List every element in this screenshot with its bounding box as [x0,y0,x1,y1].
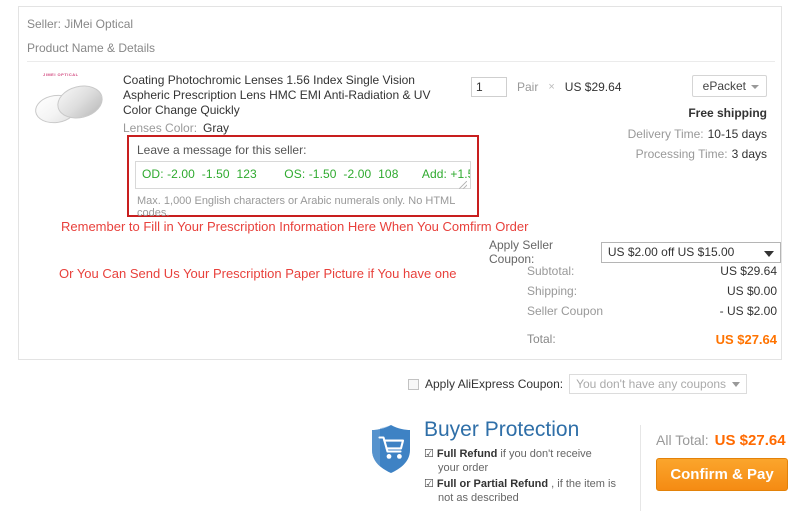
checkbox-checked-icon: ☑ [424,448,434,460]
subtotal-value: US $29.64 [720,264,777,278]
seller-coupon-label: Apply Seller Coupon: [489,238,554,266]
seller-coupon-discount-label: Seller Coupon [527,304,604,318]
lenses-color-row: Lenses Color: Gray [123,121,229,135]
buyer-protection-item-line2: your order [438,462,489,474]
aliexpress-coupon-label: Apply AliExpress Coupon: [425,377,564,391]
product-thumbnail[interactable]: JIMEI OPTICAL [31,69,107,131]
aliexpress-coupon-select[interactable]: You don't have any coupons - US $0.00 [569,374,748,394]
unit-price: US $29.64 [564,80,622,94]
seller-name: Seller: JiMei Optical [27,17,134,31]
multiply-symbol: × [548,81,555,93]
checkout-page: Seller: JiMei Optical Product Name & Det… [0,0,800,511]
totals-row: Seller Coupon - US $2.00 [519,304,777,324]
lenses-color-value: Gray [203,121,230,135]
seller-coupon-discount-value: - US $2.00 [719,304,777,318]
delivery-time-value: 10-15 days [707,127,767,141]
quantity-input[interactable] [471,77,507,97]
shipping-value: US $0.00 [726,284,777,298]
all-total-value: US $27.64 [714,432,786,449]
shield-cart-icon [372,425,410,473]
total-value: US $27.64 [715,332,777,347]
buyer-protection-item-strong: Full or Partial Refund [436,478,549,490]
footer-vertical-divider [640,425,641,511]
buyer-protection-text: Buyer Protection ☑ Full Refund if you don… [424,418,616,507]
buyer-protection-item-rest: if you don't receive [497,448,592,460]
seller-coupon-select[interactable]: US $2.00 off US $15.00 [600,241,781,263]
free-shipping-label: Free shipping [688,106,767,120]
chevron-down-icon [751,85,759,89]
annotation-note-2: Or You Can Send Us Your Prescription Pap… [59,266,457,281]
totals-row-total: Total: US $27.64 [519,332,777,352]
lenses-color-label: Lenses Color: [123,121,198,135]
message-highlight-box: Leave a message for this seller: OD: -2.… [127,135,479,219]
subtotal-label: Subtotal: [527,264,575,278]
buyer-protection-item: ☑ Full or Partial Refund , if the item is… [424,477,616,505]
totals-row: Shipping: US $0.00 [519,284,777,304]
buyer-protection-item-rest: , if the item is [548,478,616,490]
annotation-note-1: Remember to Fill in Your Prescription In… [61,219,529,234]
checkbox-checked-icon: ☑ [424,478,434,490]
aliexpress-coupon-row: Apply AliExpress Coupon: You don't have … [408,374,748,394]
confirm-and-pay-button[interactable]: Confirm & Pay [656,458,788,491]
quantity-unit: Pair [517,80,539,94]
processing-time-value: 3 days [731,147,767,161]
all-total-label: All Total: [656,432,709,448]
buyer-protection-item-line2: not as described [438,492,519,504]
quantity-row: Pair × US $29.64 [471,77,622,97]
order-card: Seller: JiMei Optical Product Name & Det… [18,6,782,360]
aliexpress-coupon-value: You don't have any coupons [576,377,727,391]
card-divider [27,61,775,62]
buyer-protection-item-strong: Full Refund [436,448,498,460]
delivery-time-label: Delivery Time: [627,127,704,141]
message-label: Leave a message for this seller: [137,143,307,157]
product-name-details-header: Product Name & Details [27,41,156,55]
textarea-resize-grip-icon[interactable] [459,181,467,189]
seller-coupon-row: Apply Seller Coupon: US $2.00 off US $15… [489,238,781,266]
product-title[interactable]: Coating Photochromic Lenses 1.56 Index S… [123,73,453,118]
all-total-row: All Total: US $27.64 [656,432,786,449]
seller-message-textarea[interactable]: OD: -2.00 -1.50 123 OS: -1.50 -2.00 108 … [135,161,471,189]
chevron-down-icon [732,382,741,387]
totals-row: Subtotal: US $29.64 [519,264,777,284]
total-label: Total: [527,332,556,346]
shipping-method-select[interactable]: ePacket [691,75,767,97]
processing-time-label: Processing Time: [635,147,728,161]
thumbnail-watermark: JIMEI OPTICAL [43,72,79,77]
buyer-protection-item: ☑ Full Refund if you don't receive your o… [424,447,616,475]
buyer-protection-block: Buyer Protection ☑ Full Refund if you don… [370,418,616,507]
message-hint: Max. 1,000 English characters or Arabic … [137,195,455,219]
aliexpress-coupon-checkbox[interactable] [408,378,419,390]
shipping-label: Shipping: [527,284,578,298]
chevron-down-icon [764,250,774,257]
buyer-protection-title: Buyer Protection [424,418,580,441]
seller-coupon-value: US $2.00 off US $15.00 [607,244,735,259]
shipping-method-value: ePacket [702,79,746,93]
processing-time-row: Processing Time: 3 days [636,147,767,161]
totals-block: Subtotal: US $29.64 Shipping: US $0.00 S… [519,264,777,352]
delivery-time-row: Delivery Time: 10-15 days [628,127,767,141]
